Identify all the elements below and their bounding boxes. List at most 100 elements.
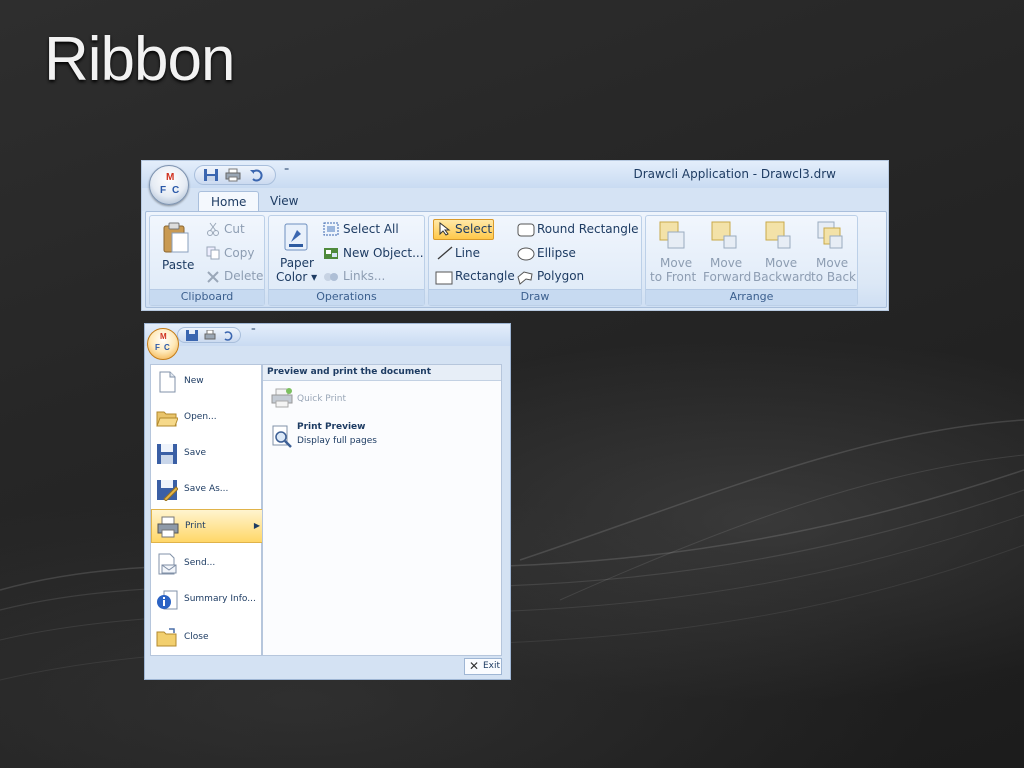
undo-icon[interactable] — [222, 330, 234, 341]
menu-item-summary-info[interactable]: Summary Info... — [151, 583, 263, 617]
menu-item-label: Open... — [184, 412, 217, 422]
print-icon — [157, 516, 179, 538]
exit-button[interactable]: ✕ Exit — [464, 658, 502, 675]
new-document-icon — [159, 371, 176, 393]
paper-color-button[interactable]: Color ▾ — [276, 270, 317, 284]
move-forward-line1[interactable]: Move — [710, 256, 742, 270]
round-rectangle-icon — [517, 223, 535, 237]
save-icon[interactable] — [186, 330, 198, 341]
new-object-icon — [324, 248, 338, 259]
mfc-logo-c: C — [164, 343, 170, 352]
customize-qat-icon[interactable]: ⁼ — [284, 166, 289, 177]
group-draw: Select Line Rectangle Round Rectangle El… — [428, 215, 642, 306]
menu-item-open[interactable]: Open... — [151, 401, 263, 435]
menu-item-new[interactable]: New — [151, 365, 263, 399]
slide-title: Ribbon — [44, 25, 235, 94]
menu-title-bar: ⁼ — [145, 324, 510, 346]
rectangle-tool-button[interactable]: Rectangle — [455, 269, 515, 283]
menu-item-save-as[interactable]: Save As... — [151, 473, 263, 507]
delete-button[interactable]: Delete — [224, 269, 263, 283]
cut-button[interactable]: Cut — [224, 222, 245, 236]
move-to-front-icon — [659, 221, 685, 249]
exit-label: Exit — [483, 661, 501, 671]
tab-home[interactable]: Home — [198, 191, 260, 212]
tab-bar: Home View — [142, 188, 888, 212]
mfc-logo-icon: M — [160, 332, 167, 341]
line-tool-button[interactable]: Line — [455, 246, 480, 260]
quick-print-icon — [271, 388, 293, 408]
rectangle-icon — [435, 271, 453, 285]
print-icon[interactable] — [225, 168, 241, 182]
move-backward-line1[interactable]: Move — [765, 256, 797, 270]
polygon-tool-button[interactable]: Polygon — [537, 269, 584, 283]
group-clipboard: Paste Cut Copy Delete Clipboard — [149, 215, 265, 306]
copy-icon — [206, 246, 220, 260]
window-title: Drawcli Application - Drawcl3.drw — [633, 167, 836, 181]
group-arrange: Move to Front Move Forward Move Backward… — [645, 215, 858, 306]
pointer-icon — [439, 222, 451, 236]
polygon-icon — [517, 271, 533, 285]
move-forward-icon — [711, 221, 737, 249]
new-object-button[interactable]: New Object... — [343, 246, 424, 260]
cut-icon — [207, 222, 219, 236]
application-button[interactable]: M F C — [149, 165, 189, 205]
paper-color-line1[interactable]: Paper — [280, 256, 314, 270]
ellipse-icon — [517, 247, 535, 261]
customize-qat-icon[interactable]: ⁼ — [251, 327, 256, 337]
send-icon — [158, 553, 177, 575]
move-to-back-line1[interactable]: Move — [816, 256, 848, 270]
print-preview-description: Display full pages — [297, 436, 377, 446]
menu-item-label: Close — [184, 632, 209, 642]
summary-info-icon — [157, 590, 178, 610]
quick-print-item[interactable]: Quick Print — [297, 394, 346, 404]
select-tool-button[interactable]: Select — [455, 222, 492, 236]
application-menu-window: ⁼ M F C New Open... Save Save As... Prin… — [144, 323, 511, 680]
application-button[interactable]: M F C — [147, 328, 179, 360]
move-to-front-line1[interactable]: Move — [660, 256, 692, 270]
quick-access-toolbar — [194, 165, 276, 185]
round-rectangle-tool-button[interactable]: Round Rectangle — [537, 222, 639, 236]
ellipse-tool-button[interactable]: Ellipse — [537, 246, 576, 260]
print-icon[interactable] — [204, 330, 216, 341]
print-preview-icon — [272, 425, 292, 448]
move-backward-icon — [765, 221, 791, 249]
group-label-clipboard: Clipboard — [150, 289, 264, 305]
menu-item-label: Print — [185, 521, 206, 531]
ribbon-window: ⁼ Drawcli Application - Drawcl3.drw M F … — [141, 160, 889, 311]
ribbon-panel: Paste Cut Copy Delete Clipboard Paper Co… — [145, 211, 887, 308]
menu-item-label: Save — [184, 448, 207, 458]
menu-item-print[interactable]: Print ▶ — [151, 509, 265, 543]
move-to-front-button[interactable]: to Front — [650, 270, 696, 284]
paste-icon[interactable] — [162, 222, 190, 254]
move-backward-button[interactable]: Backward — [753, 270, 812, 284]
group-label-draw: Draw — [429, 289, 641, 305]
exit-icon: ✕ — [469, 659, 480, 673]
tab-view[interactable]: View — [258, 191, 310, 212]
delete-icon — [207, 271, 219, 283]
links-button[interactable]: Links... — [343, 269, 385, 283]
menu-item-close[interactable]: Close — [151, 621, 263, 655]
paper-color-icon[interactable] — [283, 222, 309, 252]
links-icon — [324, 273, 338, 281]
group-operations: Paper Color ▾ Select All New Object... L… — [268, 215, 425, 306]
menu-item-label: Summary Info... — [184, 594, 256, 604]
group-label-operations: Operations — [269, 289, 424, 305]
submenu-arrow-icon: ▶ — [253, 521, 260, 530]
paste-button[interactable]: Paste — [162, 258, 194, 272]
select-all-button[interactable]: Select All — [343, 222, 399, 236]
move-to-back-icon — [817, 221, 843, 249]
copy-button[interactable]: Copy — [224, 246, 254, 260]
menu-command-list: New Open... Save Save As... Print ▶ Send… — [150, 364, 265, 656]
menu-item-send[interactable]: Send... — [151, 547, 263, 581]
undo-icon[interactable] — [249, 168, 265, 182]
save-icon[interactable] — [203, 168, 219, 182]
move-forward-button[interactable]: Forward — [703, 270, 751, 284]
menu-item-save[interactable]: Save — [151, 437, 263, 471]
group-label-arrange: Arrange — [646, 289, 857, 305]
move-to-back-button[interactable]: to Back — [811, 270, 856, 284]
quick-access-toolbar — [177, 327, 241, 343]
print-submenu-panel: Preview and print the document Quick Pri… — [262, 364, 502, 656]
open-folder-icon — [156, 411, 178, 427]
print-preview-item[interactable]: Print Preview — [297, 422, 365, 432]
menu-item-label: Send... — [184, 558, 216, 568]
